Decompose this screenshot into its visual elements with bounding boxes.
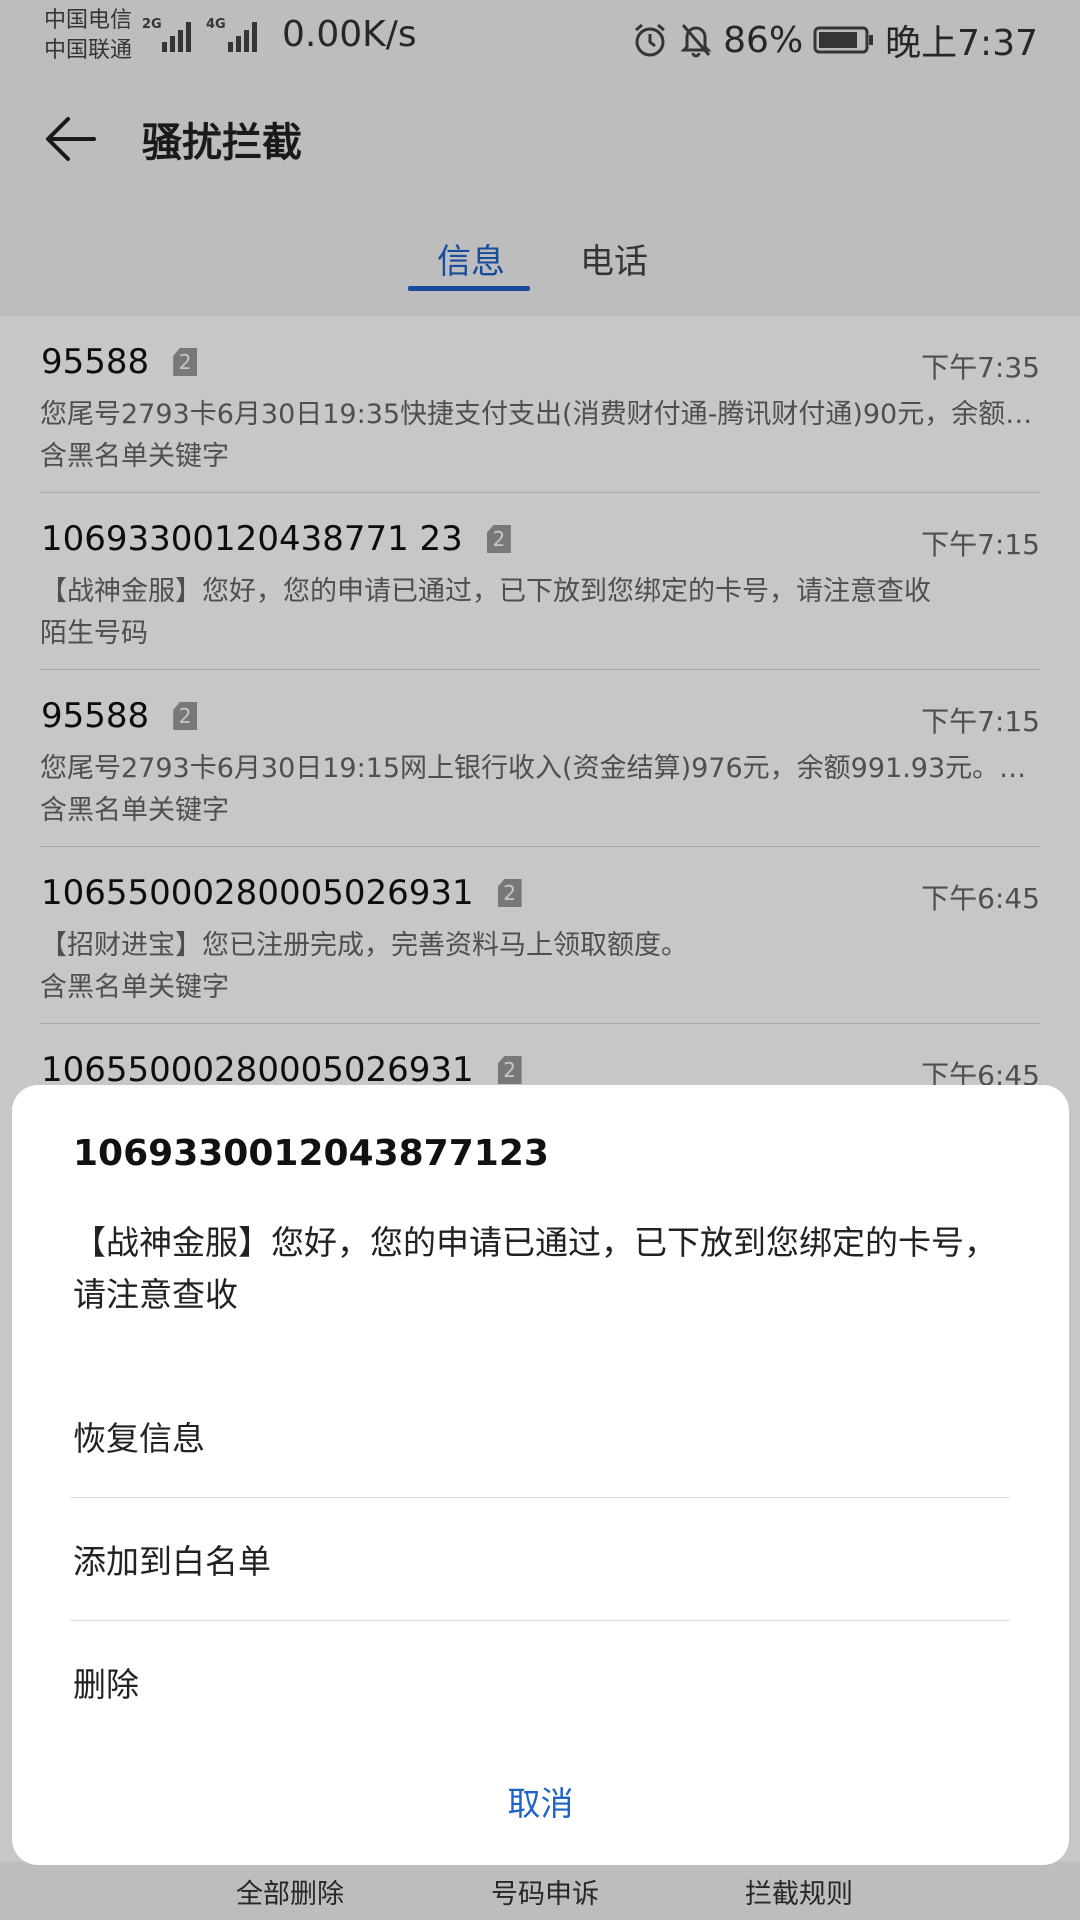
delete-option[interactable]: 删除 <box>73 1621 1013 1743</box>
screen: 中国电信 中国联通 2G 4G 0.00K/s 86% 晚上7:37 骚扰拦截 … <box>0 0 1080 1920</box>
cancel-button[interactable]: 取消 <box>12 1777 1069 1825</box>
dialog-message: 【战神金服】您好，您的申请已通过，已下放到您绑定的卡号，请注意查收 <box>73 1223 997 1314</box>
add-to-whitelist-option[interactable]: 添加到白名单 <box>73 1498 1013 1620</box>
dialog-title: 1069330012043877123 <box>73 1133 549 1174</box>
restore-message-option[interactable]: 恢复信息 <box>73 1375 1013 1497</box>
message-action-dialog: 1069330012043877123 【战神金服】您好，您的申请已通过，已下放… <box>12 1085 1069 1865</box>
